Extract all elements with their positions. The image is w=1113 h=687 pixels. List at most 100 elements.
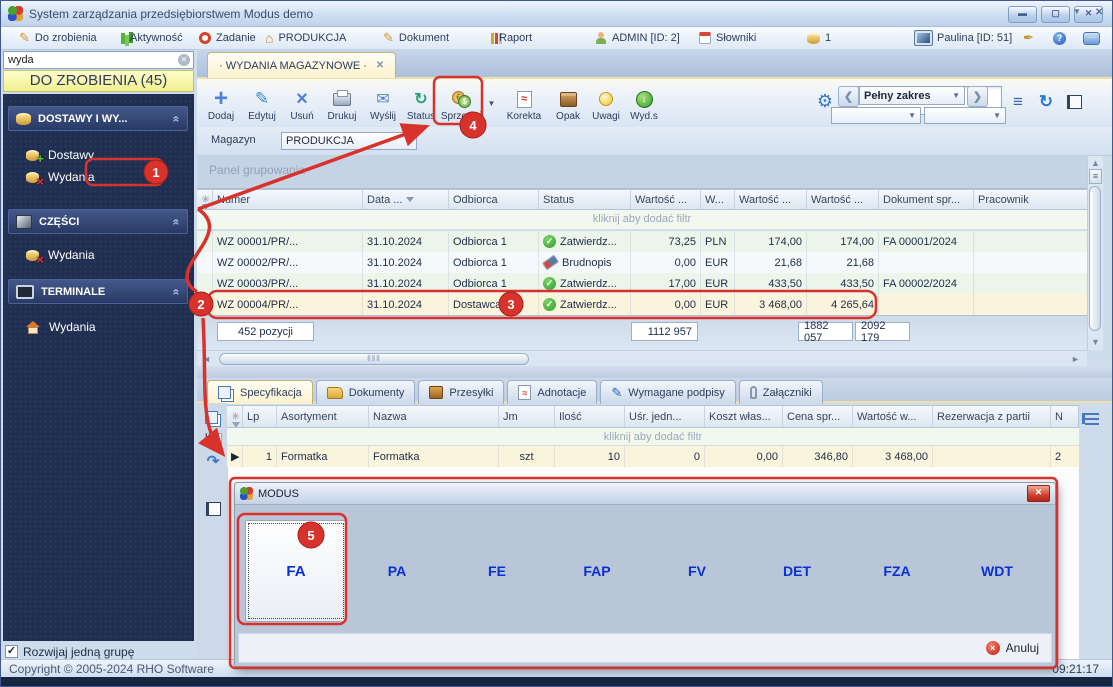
sell-dropdown-caret[interactable]: ▼ xyxy=(486,83,497,123)
column-header-waluta[interactable]: W... xyxy=(701,190,735,209)
search-input[interactable] xyxy=(4,54,178,66)
detail-row[interactable]: ▶ 1 Formatka Formatka szt 10 0 0,00 346,… xyxy=(227,446,1079,467)
chevron-up-icon[interactable]: « xyxy=(170,288,184,295)
delete-button[interactable]: Usuń xyxy=(283,81,321,124)
menu-chat-button[interactable] xyxy=(1077,27,1106,49)
correction-button[interactable]: Korekta xyxy=(501,81,547,124)
nav-group-czesci[interactable]: CZĘŚCI « xyxy=(8,209,188,234)
wyds-button[interactable]: Wyd.s xyxy=(625,81,663,124)
column-header-pracownik[interactable]: Pracownik xyxy=(974,190,1087,209)
column-header-wartosc2[interactable]: Wartość ... xyxy=(735,190,807,209)
menu-item-database[interactable]: 1 xyxy=(801,27,837,49)
dialog-close-button[interactable]: ✕ xyxy=(1027,485,1050,502)
scroll-right-icon[interactable]: ► xyxy=(1068,352,1083,366)
select-frame-button-2[interactable] xyxy=(202,499,224,519)
add-button[interactable]: Dodaj xyxy=(201,81,241,124)
column-header-data[interactable]: Data ... xyxy=(363,190,449,209)
sidebar-item-wydania-czesci[interactable]: Wydania xyxy=(8,244,188,267)
grouping-panel[interactable]: Panel grupowania xyxy=(197,155,1087,189)
edit-button[interactable]: Edytuj xyxy=(241,81,283,124)
column-header-wartos c3[interactable]: Wartość ... xyxy=(807,190,879,209)
table-row[interactable]: WZ 00003/PR/... 31.10.2024 Odbiorca 1 Za… xyxy=(197,273,1087,294)
nav-group-terminale[interactable]: TERMINALE « xyxy=(8,279,188,304)
scroll-up-icon[interactable]: ▲ xyxy=(1088,156,1103,170)
doc-type-fa-button[interactable]: FA xyxy=(245,520,347,622)
dialog-title-bar[interactable]: MODUS ✕ xyxy=(235,483,1055,505)
warehouse-select[interactable]: PRODUKCJA ▼ xyxy=(281,132,417,150)
print-button[interactable]: Drukuj xyxy=(321,81,363,124)
column-header-jm[interactable]: Jm xyxy=(499,406,555,427)
detail-column-chooser[interactable] xyxy=(1081,408,1103,428)
column-header-lp[interactable]: Lp xyxy=(243,406,277,427)
doc-type-fe-button[interactable]: FE xyxy=(467,563,527,579)
sidebar-item-wydania[interactable]: Wydania xyxy=(8,166,188,189)
tab-dokumenty[interactable]: Dokumenty xyxy=(315,380,416,404)
vertical-scroll-thumb[interactable] xyxy=(1089,186,1101,331)
copy-pages-button[interactable] xyxy=(202,407,224,427)
chevron-up-icon[interactable]: « xyxy=(170,115,184,122)
checkbox-checked[interactable]: ✓ xyxy=(5,645,18,658)
tab-wymagane-podpisy[interactable]: Wymagane podpisy xyxy=(600,380,736,404)
column-header-rezerwacja[interactable]: Rezerwacja z partii xyxy=(933,406,1051,427)
notes-button[interactable]: Uwagi xyxy=(587,81,625,124)
sidebar-search[interactable]: ✕ xyxy=(3,51,194,69)
doc-type-fap-button[interactable]: FAP xyxy=(567,563,627,579)
column-header-asortyment[interactable]: Asortyment xyxy=(277,406,369,427)
forward-button[interactable] xyxy=(202,451,224,471)
doc-type-det-button[interactable]: DET xyxy=(767,563,827,579)
chevron-up-icon[interactable]: « xyxy=(170,218,184,225)
refresh-button[interactable] xyxy=(1033,81,1059,124)
cancel-button[interactable]: Anuluj xyxy=(1006,641,1039,655)
column-header-koszt[interactable]: Koszt włas... xyxy=(705,406,783,427)
menu-item-workstation[interactable]: Paulina [ID: 51] xyxy=(909,27,1018,49)
doc-type-fv-button[interactable]: FV xyxy=(667,563,727,579)
range-next-button[interactable]: ❯ xyxy=(967,86,988,107)
clear-search-icon[interactable]: ✕ xyxy=(178,54,190,66)
sidebar-item-wydania-terminale[interactable]: Wydania xyxy=(8,316,188,338)
table-row[interactable]: WZ 00002/PR/... 31.10.2024 Odbiorca 1 Br… xyxy=(197,252,1087,273)
minimize-button[interactable]: ▬ xyxy=(1008,6,1037,23)
panel-splitter[interactable]: ···· xyxy=(197,366,1112,383)
send-button[interactable]: Wyślij xyxy=(363,81,403,124)
menu-help-button[interactable] xyxy=(1047,27,1072,49)
column-header-wartosc1[interactable]: Wartość ... xyxy=(631,190,701,209)
list-view-button[interactable] xyxy=(1005,81,1031,124)
filter-select-2[interactable]: ▼ xyxy=(924,107,1006,124)
column-header-nazwa[interactable]: Nazwa xyxy=(369,406,499,427)
menu-quill-button[interactable] xyxy=(1017,27,1040,49)
barcode-button[interactable] xyxy=(202,429,224,449)
select-frame-button[interactable] xyxy=(1061,81,1087,124)
column-header-ilosc[interactable]: Ilość xyxy=(555,406,625,427)
range-select[interactable]: Pełny zakres ▼ xyxy=(859,86,965,105)
menu-item-zadanie[interactable]: Zadanie xyxy=(193,27,262,49)
doc-type-pa-button[interactable]: PA xyxy=(367,563,427,579)
column-header-n[interactable]: N xyxy=(1051,406,1078,427)
filter-select-1[interactable]: ▼ xyxy=(831,107,921,124)
tab-wydania-magazynowe[interactable]: · WYDANIA MAGAZYNOWE · ✕ xyxy=(207,52,397,78)
panel-close-icon[interactable]: ✕ xyxy=(1095,7,1103,18)
column-header-odbiorca[interactable]: Odbiorca xyxy=(449,190,539,209)
scroll-left-icon[interactable]: ◄ xyxy=(199,352,214,366)
tab-zalaczniki[interactable]: Załączniki xyxy=(738,380,823,404)
column-header-usr-jedn[interactable]: Uśr. jedn... xyxy=(625,406,705,427)
horizontal-scrollbar[interactable]: ◄ ⦀⦀⦀ ► xyxy=(197,350,1087,367)
restore-button[interactable]: ▢ xyxy=(1041,6,1070,23)
sidebar-item-dostawy[interactable]: Dostawy xyxy=(8,144,188,166)
menu-item-slowniki[interactable]: Słowniki xyxy=(693,27,762,49)
horizontal-scroll-thumb[interactable]: ⦀⦀⦀ xyxy=(219,353,529,365)
range-prev-button[interactable]: ❮ xyxy=(838,86,859,107)
scroll-down-icon[interactable]: ▼ xyxy=(1088,335,1103,349)
tab-adnotacje[interactable]: Adnotacje xyxy=(507,380,598,404)
column-header-dokument[interactable]: Dokument spr... xyxy=(879,190,974,209)
packaging-button[interactable]: Opak xyxy=(549,81,587,124)
table-row-selected[interactable]: WZ 00004/PR/... 31.10.2024 Dostawca 2 Za… xyxy=(197,294,1087,315)
panel-collapse-icon[interactable]: ▼ xyxy=(1073,7,1081,16)
column-header-numer[interactable]: Numer xyxy=(213,190,363,209)
menu-item-produkcja[interactable]: PRODUKCJA xyxy=(259,27,352,49)
column-header-wartosc[interactable]: Wartość w... xyxy=(853,406,933,427)
expand-one-group-option[interactable]: ✓ Rozwijaj jedną grupę xyxy=(5,643,193,660)
tab-przesylki[interactable]: Przesyłki xyxy=(418,380,505,404)
sell-button[interactable]: Sprzedaż xyxy=(439,81,485,124)
menu-item-do-zrobienia[interactable]: Do zrobienia xyxy=(13,27,103,49)
doc-type-fza-button[interactable]: FZA xyxy=(867,563,927,579)
